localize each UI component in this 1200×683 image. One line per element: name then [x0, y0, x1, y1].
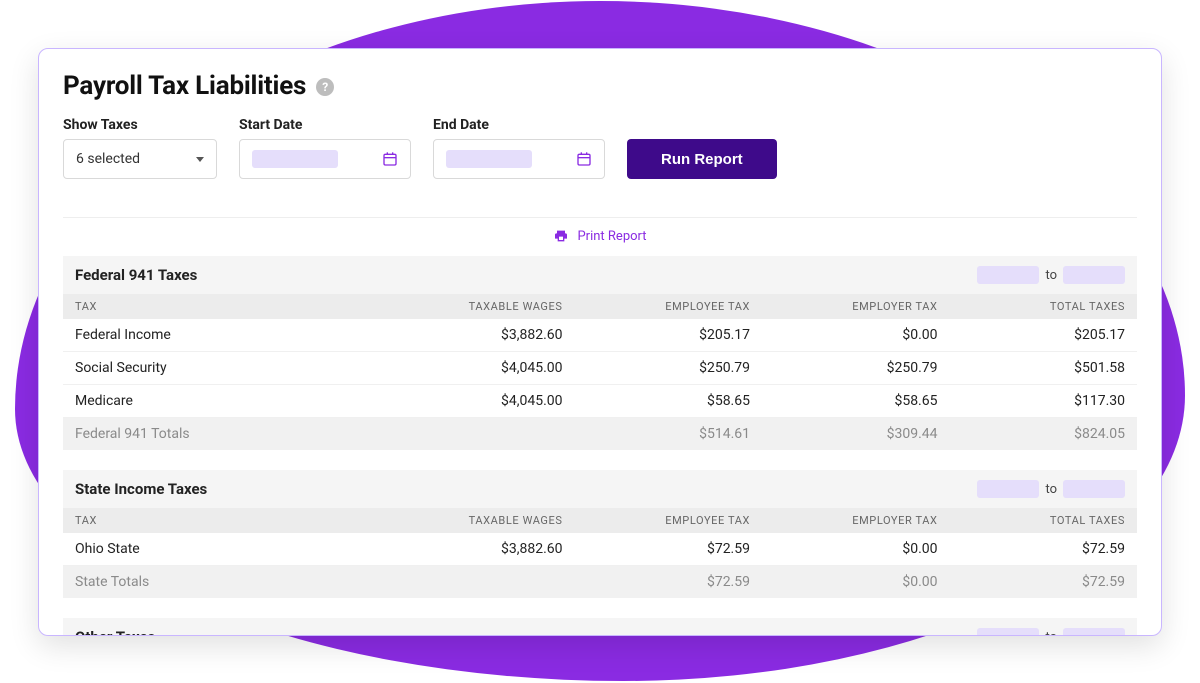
controls-row: Show Taxes 6 selected Start Date End Dat… [63, 117, 1137, 179]
table-row: Federal Income $3,882.60 $205.17 $0.00 $… [63, 319, 1137, 352]
table-header-federal: TAX TAXABLE WAGES EMPLOYEE TAX EMPLOYER … [63, 294, 1137, 319]
calendar-icon [382, 151, 398, 167]
totals-total-taxes: $72.59 [938, 574, 1126, 590]
run-report-group: . Run Report [627, 117, 777, 179]
col-employer-tax: EMPLOYER TAX [750, 300, 938, 313]
range-separator: to [1045, 482, 1057, 497]
cell-taxable-wages: $4,045.00 [375, 360, 563, 376]
page-title: Payroll Tax Liabilities [63, 71, 306, 101]
range-separator: to [1045, 268, 1057, 283]
print-row: Print Report [63, 217, 1137, 252]
end-date-input[interactable] [433, 139, 605, 179]
table-header-state: TAX TAXABLE WAGES EMPLOYEE TAX EMPLOYER … [63, 508, 1137, 533]
end-date-group: End Date [433, 117, 605, 179]
col-total-taxes: TOTAL TAXES [938, 514, 1126, 527]
cell-name: Federal Income [75, 327, 375, 343]
col-employee-tax: EMPLOYEE TAX [563, 300, 751, 313]
chevron-down-icon [196, 157, 204, 162]
section-title-federal: Federal 941 Taxes [75, 266, 197, 284]
cell-taxable-wages: $3,882.60 [375, 541, 563, 557]
show-taxes-value: 6 selected [76, 151, 140, 167]
date-range-state: to [977, 480, 1125, 498]
cell-name: Social Security [75, 360, 375, 376]
cell-employer-tax: $58.65 [750, 393, 938, 409]
date-pill [1063, 480, 1125, 498]
show-taxes-group: Show Taxes 6 selected [63, 117, 217, 179]
table-row: Medicare $4,045.00 $58.65 $58.65 $117.30 [63, 385, 1137, 418]
cell-employer-tax: $0.00 [750, 327, 938, 343]
range-separator: to [1045, 630, 1057, 637]
date-pill [977, 628, 1039, 636]
start-date-group: Start Date [239, 117, 411, 179]
totals-employee-tax: $514.61 [563, 426, 751, 442]
totals-label: State Totals [75, 574, 375, 590]
totals-blank [375, 426, 563, 442]
cell-employer-tax: $250.79 [750, 360, 938, 376]
show-taxes-label: Show Taxes [63, 117, 217, 133]
col-taxable-wages: TAXABLE WAGES [375, 514, 563, 527]
cell-taxable-wages: $3,882.60 [375, 327, 563, 343]
section-header-state: State Income Taxes to [63, 470, 1137, 508]
start-date-input[interactable] [239, 139, 411, 179]
start-date-placeholder [252, 150, 338, 168]
totals-employer-tax: $309.44 [750, 426, 938, 442]
section-title-other: Other Taxes [75, 628, 155, 636]
section-title-state: State Income Taxes [75, 480, 207, 498]
cell-name: Ohio State [75, 541, 375, 557]
start-date-label: Start Date [239, 117, 411, 133]
col-employee-tax: EMPLOYEE TAX [563, 514, 751, 527]
col-taxable-wages: TAXABLE WAGES [375, 300, 563, 313]
run-report-button[interactable]: Run Report [627, 139, 777, 179]
end-date-label: End Date [433, 117, 605, 133]
cell-total-taxes: $205.17 [938, 327, 1126, 343]
totals-total-taxes: $824.05 [938, 426, 1126, 442]
totals-employer-tax: $0.00 [750, 574, 938, 590]
show-taxes-select[interactable]: 6 selected [63, 139, 217, 179]
section-header-other: Other Taxes to [63, 618, 1137, 636]
totals-label: Federal 941 Totals [75, 426, 375, 442]
table-row: Ohio State $3,882.60 $72.59 $0.00 $72.59 [63, 533, 1137, 566]
cell-employee-tax: $250.79 [563, 360, 751, 376]
totals-row-federal: Federal 941 Totals $514.61 $309.44 $824.… [63, 418, 1137, 450]
totals-row-state: State Totals $72.59 $0.00 $72.59 [63, 566, 1137, 598]
section-gap [63, 598, 1137, 618]
table-row: Social Security $4,045.00 $250.79 $250.7… [63, 352, 1137, 385]
date-pill [977, 480, 1039, 498]
col-tax: TAX [75, 514, 375, 527]
cell-employee-tax: $72.59 [563, 541, 751, 557]
date-range-federal: to [977, 266, 1125, 284]
totals-employee-tax: $72.59 [563, 574, 751, 590]
col-employer-tax: EMPLOYER TAX [750, 514, 938, 527]
end-date-placeholder [446, 150, 532, 168]
cell-employee-tax: $205.17 [563, 327, 751, 343]
date-range-other: to [977, 628, 1125, 636]
section-gap [63, 450, 1137, 470]
col-tax: TAX [75, 300, 375, 313]
cell-total-taxes: $501.58 [938, 360, 1126, 376]
totals-blank [375, 574, 563, 590]
calendar-icon [576, 151, 592, 167]
date-pill [1063, 266, 1125, 284]
date-pill [977, 266, 1039, 284]
printer-icon [553, 228, 569, 244]
cell-employer-tax: $0.00 [750, 541, 938, 557]
col-total-taxes: TOTAL TAXES [938, 300, 1126, 313]
title-row: Payroll Tax Liabilities ? [63, 71, 1137, 101]
help-icon[interactable]: ? [316, 78, 334, 96]
cell-employee-tax: $58.65 [563, 393, 751, 409]
section-header-federal: Federal 941 Taxes to [63, 256, 1137, 294]
cell-total-taxes: $117.30 [938, 393, 1126, 409]
cell-total-taxes: $72.59 [938, 541, 1126, 557]
date-pill [1063, 628, 1125, 636]
sections: Federal 941 Taxes to TAX TAXABLE WAGES E… [63, 256, 1137, 636]
report-card: Payroll Tax Liabilities ? Show Taxes 6 s… [38, 48, 1162, 636]
cell-name: Medicare [75, 393, 375, 409]
cell-taxable-wages: $4,045.00 [375, 393, 563, 409]
print-report-link[interactable]: Print Report [577, 229, 646, 244]
